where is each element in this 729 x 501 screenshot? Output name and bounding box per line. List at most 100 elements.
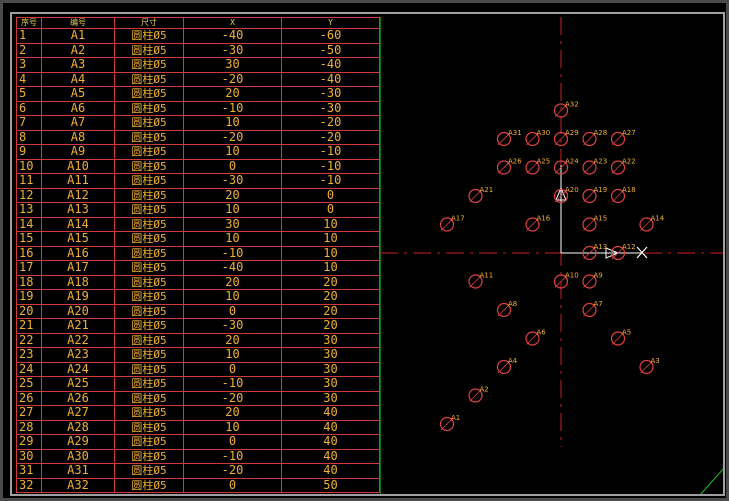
cell-id: A16 [41, 245, 115, 261]
cell-no: 20 [16, 303, 42, 319]
cell-size: 圆柱Ø5 [114, 347, 184, 363]
table-row: 30 A30 圆柱Ø5 -10 40 [16, 448, 380, 464]
table-row: 31 A31 圆柱Ø5 -20 40 [16, 463, 380, 479]
hole-marker[interactable]: A5 [610, 329, 632, 346]
hole-marker[interactable]: A21 [468, 186, 493, 204]
cell-no: 30 [16, 448, 42, 464]
cell-no: 12 [16, 187, 42, 203]
cad-window: 序号 编号 尺寸 X Y 1 A1 圆柱Ø5 -40 -60 2 A2 圆柱Ø5 -30 -50 3… [0, 0, 729, 501]
cell-y: 40 [281, 405, 380, 421]
coordinate-table: 序号 编号 尺寸 X Y 1 A1 圆柱Ø5 -40 -60 2 A2 圆柱Ø5 -30 -50 3… [16, 17, 380, 494]
header-no: 序号 [16, 17, 42, 29]
hole-marker[interactable]: A9 [582, 272, 603, 289]
cell-y: -40 [281, 71, 380, 87]
cad-drawing[interactable]: A1 A2 A3 A4 A5 A6 A7 A8 A9 A10 A11 A12 A13 A14 A15 A16 A… [379, 17, 725, 495]
cell-size: 圆柱Ø5 [114, 245, 184, 261]
hole-label: A1 [451, 414, 460, 422]
cell-id: A25 [41, 376, 115, 392]
cell-size: 圆柱Ø5 [114, 100, 184, 116]
cell-y: 20 [281, 303, 380, 319]
header-size: 尺寸 [114, 17, 184, 29]
hole-label: A15 [594, 215, 608, 223]
hole-label: A28 [594, 129, 608, 137]
hole-marker[interactable]: A11 [468, 272, 493, 289]
cell-x: -30 [183, 42, 282, 58]
cell-no: 25 [16, 376, 42, 392]
cell-no: 10 [16, 158, 42, 174]
hole-marker[interactable]: A19 [582, 186, 608, 204]
hole-marker[interactable]: A14 [639, 215, 665, 232]
hole-marker[interactable]: A2 [468, 386, 489, 403]
hole-label: A19 [594, 186, 608, 194]
cell-x: 0 [183, 477, 282, 493]
cell-y: -40 [281, 57, 380, 73]
hole-marker[interactable]: A3 [639, 357, 660, 375]
cell-y: -10 [281, 144, 380, 160]
hole-marker[interactable]: A8 [496, 300, 518, 318]
hole-marker[interactable]: A31 [496, 129, 522, 147]
hole-label: A2 [480, 386, 489, 394]
hole-marker[interactable]: A30 [525, 129, 551, 147]
table-row: 29 A29 圆柱Ø5 0 40 [16, 434, 380, 450]
cell-x: 0 [183, 303, 282, 319]
hole-marker[interactable]: A6 [525, 329, 547, 346]
hole-label: A6 [537, 329, 547, 337]
hole-label: A27 [622, 129, 636, 137]
hole-marker[interactable]: A27 [610, 129, 636, 147]
cell-size: 圆柱Ø5 [114, 448, 184, 464]
cell-y: 40 [281, 448, 380, 464]
cell-no: 32 [16, 477, 42, 493]
hole-marker[interactable]: A12 [610, 243, 636, 261]
drawing-viewport[interactable]: 序号 编号 尺寸 X Y 1 A1 圆柱Ø5 -40 -60 2 A2 圆柱Ø5 -30 -50 3… [10, 12, 725, 496]
hole-marker[interactable]: A32 [553, 101, 579, 118]
hole-marker[interactable]: A17 [439, 215, 465, 232]
cell-no: 28 [16, 419, 42, 435]
green-diagonal-line [700, 468, 723, 494]
hole-marker[interactable]: A26 [496, 158, 523, 175]
hole-marker[interactable]: A25 [525, 158, 550, 175]
hole-label: A7 [594, 300, 603, 308]
cell-size: 圆柱Ø5 [114, 129, 184, 145]
cad-canvas[interactable]: A1 A2 A3 A4 A5 A6 A7 A8 A9 A10 A11 A12 A13 A14 A15 A16 A… [379, 17, 725, 495]
cell-y: 0 [281, 202, 380, 218]
table-row: 20 A20 圆柱Ø5 0 20 [16, 303, 380, 319]
cell-x: -10 [183, 100, 282, 116]
hole-marker[interactable]: A13 [582, 243, 607, 261]
hole-marker[interactable]: A18 [610, 186, 636, 204]
cell-no: 17 [16, 260, 42, 276]
hole-marker[interactable]: A10 [553, 272, 579, 289]
cell-size: 圆柱Ø5 [114, 332, 184, 348]
cell-x: 10 [183, 289, 282, 305]
hole-marker[interactable]: A29 [553, 129, 579, 147]
cell-x: -40 [183, 28, 282, 44]
cell-id: A29 [41, 434, 115, 450]
table-row: 18 A18 圆柱Ø5 20 20 [16, 274, 380, 290]
hole-label: A20 [565, 186, 579, 194]
hole-marker[interactable]: A4 [496, 357, 518, 375]
hole-marker[interactable]: A22 [610, 158, 636, 175]
cell-id: A20 [41, 303, 115, 319]
hole-marker[interactable]: A7 [582, 300, 603, 318]
hole-marker[interactable]: A16 [525, 215, 551, 232]
cell-no: 6 [16, 100, 42, 116]
cell-x: 10 [183, 419, 282, 435]
table-row: 16 A16 圆柱Ø5 -10 10 [16, 245, 380, 261]
hole-marker[interactable]: A28 [582, 129, 608, 147]
cell-x: -20 [183, 390, 282, 406]
cell-id: A17 [41, 260, 115, 276]
cell-id: A14 [41, 216, 115, 232]
hole-marker[interactable]: A1 [439, 414, 461, 432]
hole-marker[interactable]: A24 [553, 158, 580, 175]
cell-x: -40 [183, 260, 282, 276]
cell-id: A15 [41, 231, 115, 247]
cell-y: 20 [281, 274, 380, 290]
hole-label: A30 [537, 129, 551, 137]
cell-y: -20 [281, 115, 380, 131]
hole-label: A9 [594, 272, 603, 280]
cell-y: 40 [281, 419, 380, 435]
table-row: 22 A22 圆柱Ø5 20 30 [16, 332, 380, 348]
hole-marker[interactable]: A15 [582, 215, 608, 232]
cell-no: 7 [16, 115, 42, 131]
table-row: 19 A19 圆柱Ø5 10 20 [16, 289, 380, 305]
hole-marker[interactable]: A23 [582, 158, 607, 175]
